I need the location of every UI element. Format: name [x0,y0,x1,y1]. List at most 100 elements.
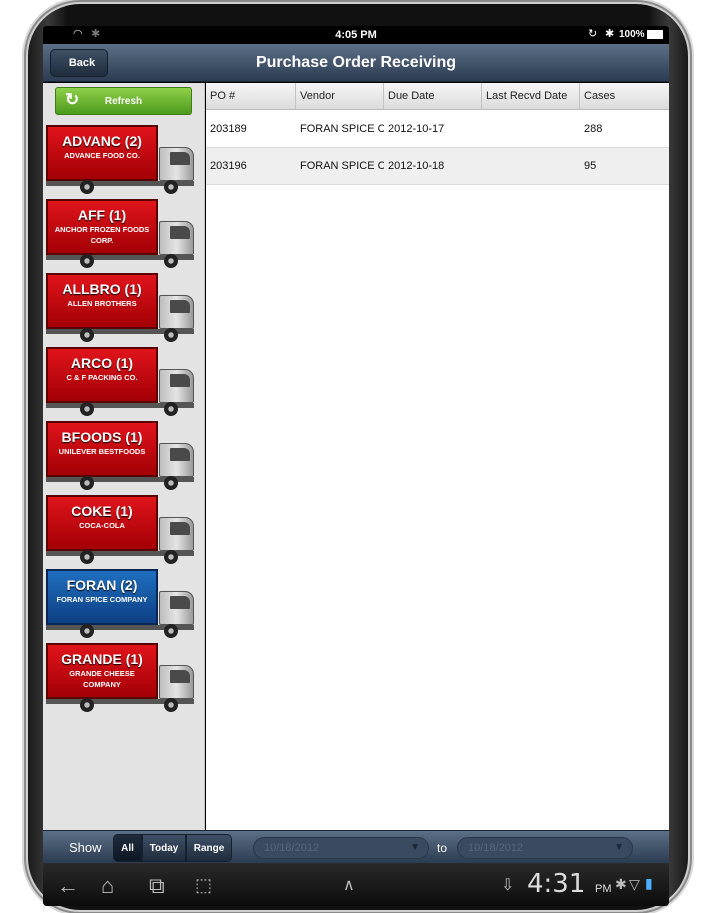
refresh-button[interactable]: ↻ Refresh [55,87,192,115]
truck-box: GRANDE (1) GRANDE CHEESE COMPANY [46,643,158,699]
truck-box: ALLBRO (1) ALLEN BROTHERS [46,273,158,329]
cell-po: 203196 [210,160,247,172]
wheel-icon [80,476,94,490]
wheel-icon [80,254,94,268]
vendor-code: ADVANC (2) [62,133,142,149]
truck-window [170,522,190,535]
date-to-select[interactable]: 10/18/2012 ▼ [457,837,633,859]
truck-window [170,374,190,387]
truck-window [170,448,190,461]
vendor-name: UNILEVER BESTFOODS [58,447,146,456]
cell-po: 203189 [210,123,247,135]
page-title: Purchase Order Receiving [255,54,457,71]
vendor-truck-button[interactable]: ADVANC (2) ADVANCE FOOD CO. [46,125,198,195]
truck-window [170,670,190,683]
truck-window [170,152,190,165]
vendor-code: COKE (1) [71,503,133,519]
wheel-icon [80,402,94,416]
truck-window [170,596,190,609]
vendor-name: COCA-COLA [79,521,125,530]
vendor-truck-button[interactable]: ARCO (1) C & F PACKING CO. [46,347,198,417]
wheel-icon [164,402,178,416]
vendor-truck-button[interactable]: AFF (1) ANCHOR FROZEN FOODS CORP. [46,199,198,269]
truck-window [170,226,190,239]
truck-box: ADVANC (2) ADVANCE FOOD CO. [46,125,158,181]
home-icon[interactable]: ⌂ [101,873,114,899]
vendor-truck-button[interactable]: GRANDE (1) GRANDE CHEESE COMPANY [46,643,198,713]
system-nav-bar: ← ⌂ ⧉ ⬚ ∧ ⇩ 4:31 PM ✱ ▽ ▮ [43,863,669,906]
date-from-select[interactable]: 10/18/2012 ▼ [253,837,429,859]
wheel-icon [164,698,178,712]
vendor-code: FORAN (2) [66,577,138,593]
filter-all-button[interactable]: All [113,834,142,862]
column-header-cases[interactable]: Cases [580,83,669,110]
cell-due: 2012-10-18 [388,160,445,172]
cell-last [482,148,580,185]
status-bar: ◠ ✱ 4:05 PM ↻ ✱ 100% [43,26,669,44]
vendor-name: ADVANCE FOOD CO. [64,151,140,160]
nav-ampm: PM [595,883,612,895]
truck-box: FORAN (2) FORAN SPICE COMPANY [46,569,158,625]
vendor-name: FORAN SPICE COMPANY [56,595,148,604]
battery-percent: 100% [619,29,645,40]
screenshot-icon[interactable]: ⬚ [195,875,212,896]
chevron-up-icon[interactable]: ∧ [343,875,355,895]
date-from-value: 10/18/2012 [264,842,320,854]
truck-box: BFOODS (1) UNILEVER BESTFOODS [46,421,158,477]
wheel-icon [164,476,178,490]
cell-cases: 95 [584,160,597,172]
table-row[interactable]: 203189 FORAN SPICE C 2012-10-17 288 [206,111,669,148]
wheel-icon [164,254,178,268]
chevron-down-icon: ▼ [410,842,420,853]
column-header-vendor[interactable]: Vendor [296,83,384,110]
column-header-last-recvd[interactable]: Last Recvd Date [482,83,580,110]
battery-icon [647,30,663,39]
screen: ◠ ✱ 4:05 PM ↻ ✱ 100% Back Purchase Order… [43,26,669,906]
wheel-icon [164,180,178,194]
wheel-icon [80,698,94,712]
truck-box: COKE (1) COCA-COLA [46,495,158,551]
wheel-icon [80,624,94,638]
cell-vendor: FORAN SPICE C [300,123,384,135]
to-label: to [437,841,448,855]
vendor-code: GRANDE (1) [61,651,143,667]
vendor-truck-button[interactable]: BFOODS (1) UNILEVER BESTFOODS [46,421,198,491]
wheel-icon [164,550,178,564]
wheel-icon [80,180,94,194]
bluetooth-icon: ✱ [615,876,627,892]
chevron-down-icon: ▼ [614,842,624,853]
refresh-label: Refresh [104,96,143,107]
table-header: PO # Vendor Due Date Last Recvd Date Cas… [206,83,669,110]
status-time: 4:05 PM [335,29,377,41]
wheel-icon [80,550,94,564]
table-row[interactable]: 203196 FORAN SPICE C 2012-10-18 95 [206,148,669,185]
vendor-truck-button[interactable]: COKE (1) COCA-COLA [46,495,198,565]
vendor-code: BFOODS (1) [61,429,143,445]
column-header-due-date[interactable]: Due Date [384,83,482,110]
vendor-truck-button[interactable]: ALLBRO (1) ALLEN BROTHERS [46,273,198,343]
recent-apps-icon[interactable]: ⧉ [149,873,165,899]
back-arrow-icon[interactable]: ← [57,873,79,899]
vendor-name: C & F PACKING CO. [66,373,138,382]
cell-due: 2012-10-17 [388,123,445,135]
show-label: Show [69,840,102,855]
bluetooth-icon: ✱ [605,28,615,40]
lock-rotation-icon: ↻ [588,28,598,40]
vendor-truck-button[interactable]: FORAN (2) FORAN SPICE COMPANY [46,569,198,639]
vendor-code: ARCO (1) [70,355,134,371]
cell-last [482,111,580,148]
wheel-icon [80,328,94,342]
battery-icon: ▮ [645,875,653,891]
vendor-code: AFF (1) [77,207,127,223]
filter-toolbar: Show All Today Range 10/18/2012 ▼ to 10/… [43,830,669,863]
wifi-icon: ▽ [629,876,640,892]
download-icon: ⇩ [501,877,515,894]
vendor-code: ALLBRO (1) [62,281,142,297]
column-header-po[interactable]: PO # [206,83,296,110]
tablet-frame: ◠ ✱ 4:05 PM ↻ ✱ 100% Back Purchase Order… [28,4,688,910]
nav-clock: 4:31 [527,869,586,899]
filter-range-button[interactable]: Range [186,834,232,862]
filter-today-button[interactable]: Today [142,834,186,862]
truck-box: AFF (1) ANCHOR FROZEN FOODS CORP. [46,199,158,255]
cell-cases: 288 [584,123,603,135]
